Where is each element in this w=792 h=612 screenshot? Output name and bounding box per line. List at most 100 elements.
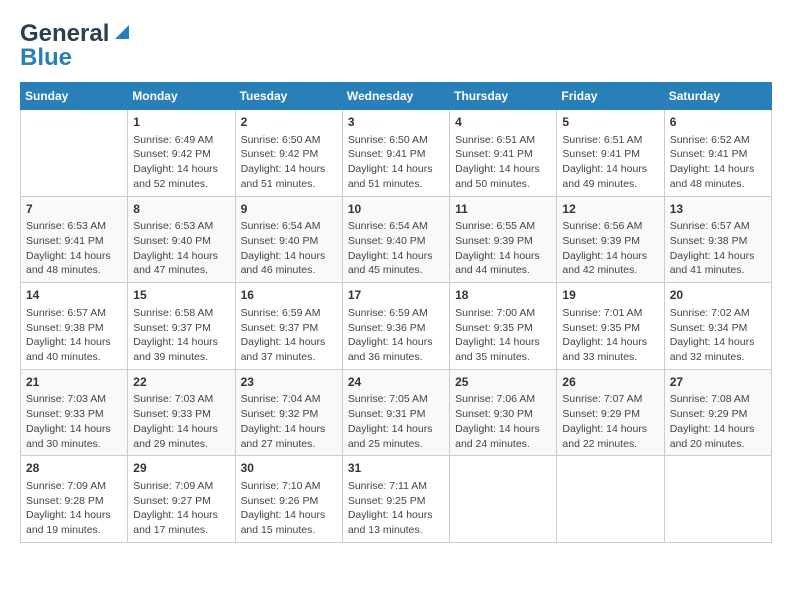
calendar-cell — [450, 456, 557, 543]
calendar-cell: 23Sunrise: 7:04 AM Sunset: 9:32 PM Dayli… — [235, 369, 342, 456]
calendar-cell: 3 Sunrise: 6:50 AM Sunset: 9:41 PM Daylig… — [342, 110, 449, 197]
header-sunday: Sunday — [21, 83, 128, 110]
calendar-week-row: 28Sunrise: 7:09 AM Sunset: 9:28 PM Dayli… — [21, 456, 772, 543]
cell-content: Sunrise: 6:50 AM Sunset: 9:42 PM Dayligh… — [241, 133, 337, 192]
cell-content: Sunrise: 6:49 AM Sunset: 9:42 PM Dayligh… — [133, 133, 229, 192]
cell-content: Sunrise: 7:09 AM Sunset: 9:27 PM Dayligh… — [133, 479, 229, 538]
header-friday: Friday — [557, 83, 664, 110]
cell-content: Sunrise: 6:54 AM Sunset: 9:40 PM Dayligh… — [348, 219, 444, 278]
calendar-cell: 31 Sunrise: 7:11 AM Sunset: 9:25 PM Dayli… — [342, 456, 449, 543]
cell-content: Sunrise: 6:50 AM Sunset: 9:41 PM Dayligh… — [348, 133, 444, 192]
cell-content: Sunrise: 6:53 AM Sunset: 9:40 PM Dayligh… — [133, 219, 229, 278]
cell-content: Sunrise: 6:54 AM Sunset: 9:40 PM Dayligh… — [241, 219, 337, 278]
cell-content: Sunrise: 6:57 AM Sunset: 9:38 PM Dayligh… — [670, 219, 766, 278]
cell-content: Sunrise: 7:06 AM Sunset: 9:30 PM Dayligh… — [455, 392, 551, 451]
day-number: 27 — [670, 374, 766, 391]
header-tuesday: Tuesday — [235, 83, 342, 110]
day-number: 7 — [26, 201, 122, 218]
cell-content: Sunrise: 6:52 AM Sunset: 9:41 PM Dayligh… — [670, 133, 766, 192]
day-number: 1 — [133, 114, 229, 131]
calendar-cell: 21Sunrise: 7:03 AM Sunset: 9:33 PM Dayli… — [21, 369, 128, 456]
calendar-cell: 6 Sunrise: 6:52 AM Sunset: 9:41 PM Daylig… — [664, 110, 771, 197]
header: General Blue — [20, 20, 772, 72]
calendar-cell: 28Sunrise: 7:09 AM Sunset: 9:28 PM Dayli… — [21, 456, 128, 543]
calendar-cell: 30 Sunrise: 7:10 AM Sunset: 9:26 PM Dayli… — [235, 456, 342, 543]
day-number: 4 — [455, 114, 551, 131]
cell-content: Sunrise: 6:51 AM Sunset: 9:41 PM Dayligh… — [455, 133, 551, 192]
day-number: 6 — [670, 114, 766, 131]
day-number: 8 — [133, 201, 229, 218]
cell-content: Sunrise: 7:02 AM Sunset: 9:34 PM Dayligh… — [670, 306, 766, 365]
calendar-cell: 20 Sunrise: 7:02 AM Sunset: 9:34 PM Dayli… — [664, 283, 771, 370]
day-number: 23 — [241, 374, 337, 391]
day-number: 30 — [241, 460, 337, 477]
calendar-week-row: 7Sunrise: 6:53 AM Sunset: 9:41 PM Daylig… — [21, 196, 772, 283]
day-number: 22 — [133, 374, 229, 391]
calendar-cell: 25Sunrise: 7:06 AM Sunset: 9:30 PM Dayli… — [450, 369, 557, 456]
cell-content: Sunrise: 7:07 AM Sunset: 9:29 PM Dayligh… — [562, 392, 658, 451]
day-number: 3 — [348, 114, 444, 131]
calendar-cell: 13Sunrise: 6:57 AM Sunset: 9:38 PM Dayli… — [664, 196, 771, 283]
cell-content: Sunrise: 7:01 AM Sunset: 9:35 PM Dayligh… — [562, 306, 658, 365]
header-saturday: Saturday — [664, 83, 771, 110]
day-number: 21 — [26, 374, 122, 391]
day-number: 10 — [348, 201, 444, 218]
day-number: 29 — [133, 460, 229, 477]
day-number: 31 — [348, 460, 444, 477]
calendar-cell: 26Sunrise: 7:07 AM Sunset: 9:29 PM Dayli… — [557, 369, 664, 456]
calendar-cell: 17Sunrise: 6:59 AM Sunset: 9:36 PM Dayli… — [342, 283, 449, 370]
day-number: 26 — [562, 374, 658, 391]
calendar-cell: 2 Sunrise: 6:50 AM Sunset: 9:42 PM Daylig… — [235, 110, 342, 197]
calendar-cell — [21, 110, 128, 197]
calendar-cell: 11Sunrise: 6:55 AM Sunset: 9:39 PM Dayli… — [450, 196, 557, 283]
header-thursday: Thursday — [450, 83, 557, 110]
calendar-cell: 22Sunrise: 7:03 AM Sunset: 9:33 PM Dayli… — [128, 369, 235, 456]
calendar-cell: 1 Sunrise: 6:49 AM Sunset: 9:42 PM Daylig… — [128, 110, 235, 197]
logo-blue: Blue — [20, 44, 72, 72]
day-number: 16 — [241, 287, 337, 304]
day-number: 2 — [241, 114, 337, 131]
cell-content: Sunrise: 6:55 AM Sunset: 9:39 PM Dayligh… — [455, 219, 551, 278]
logo: General Blue — [20, 20, 133, 72]
calendar-cell: 19 Sunrise: 7:01 AM Sunset: 9:35 PM Dayli… — [557, 283, 664, 370]
day-number: 25 — [455, 374, 551, 391]
calendar-cell: 9Sunrise: 6:54 AM Sunset: 9:40 PM Daylig… — [235, 196, 342, 283]
cell-content: Sunrise: 6:53 AM Sunset: 9:41 PM Dayligh… — [26, 219, 122, 278]
day-number: 24 — [348, 374, 444, 391]
day-number: 18 — [455, 287, 551, 304]
header-monday: Monday — [128, 83, 235, 110]
calendar-week-row: 14Sunrise: 6:57 AM Sunset: 9:38 PM Dayli… — [21, 283, 772, 370]
cell-content: Sunrise: 6:59 AM Sunset: 9:37 PM Dayligh… — [241, 306, 337, 365]
day-number: 19 — [562, 287, 658, 304]
cell-content: Sunrise: 7:09 AM Sunset: 9:28 PM Dayligh… — [26, 479, 122, 538]
calendar-cell: 24Sunrise: 7:05 AM Sunset: 9:31 PM Dayli… — [342, 369, 449, 456]
calendar-cell: 7Sunrise: 6:53 AM Sunset: 9:41 PM Daylig… — [21, 196, 128, 283]
logo-icon — [111, 21, 133, 43]
day-number: 13 — [670, 201, 766, 218]
calendar-table: SundayMondayTuesdayWednesdayThursdayFrid… — [20, 82, 772, 543]
day-number: 9 — [241, 201, 337, 218]
calendar-cell: 12Sunrise: 6:56 AM Sunset: 9:39 PM Dayli… — [557, 196, 664, 283]
calendar-cell: 10Sunrise: 6:54 AM Sunset: 9:40 PM Dayli… — [342, 196, 449, 283]
header-wednesday: Wednesday — [342, 83, 449, 110]
cell-content: Sunrise: 7:04 AM Sunset: 9:32 PM Dayligh… — [241, 392, 337, 451]
calendar-week-row: 1 Sunrise: 6:49 AM Sunset: 9:42 PM Daylig… — [21, 110, 772, 197]
cell-content: Sunrise: 7:03 AM Sunset: 9:33 PM Dayligh… — [26, 392, 122, 451]
cell-content: Sunrise: 6:56 AM Sunset: 9:39 PM Dayligh… — [562, 219, 658, 278]
calendar-cell: 14Sunrise: 6:57 AM Sunset: 9:38 PM Dayli… — [21, 283, 128, 370]
cell-content: Sunrise: 7:11 AM Sunset: 9:25 PM Dayligh… — [348, 479, 444, 538]
calendar-cell: 16 Sunrise: 6:59 AM Sunset: 9:37 PM Dayli… — [235, 283, 342, 370]
day-number: 12 — [562, 201, 658, 218]
calendar-cell: 27Sunrise: 7:08 AM Sunset: 9:29 PM Dayli… — [664, 369, 771, 456]
cell-content: Sunrise: 7:10 AM Sunset: 9:26 PM Dayligh… — [241, 479, 337, 538]
calendar-cell: 5Sunrise: 6:51 AM Sunset: 9:41 PM Daylig… — [557, 110, 664, 197]
day-number: 20 — [670, 287, 766, 304]
calendar-cell: 4 Sunrise: 6:51 AM Sunset: 9:41 PM Daylig… — [450, 110, 557, 197]
cell-content: Sunrise: 6:51 AM Sunset: 9:41 PM Dayligh… — [562, 133, 658, 192]
day-number: 15 — [133, 287, 229, 304]
day-number: 17 — [348, 287, 444, 304]
calendar-cell — [664, 456, 771, 543]
calendar-cell: 8Sunrise: 6:53 AM Sunset: 9:40 PM Daylig… — [128, 196, 235, 283]
calendar-week-row: 21Sunrise: 7:03 AM Sunset: 9:33 PM Dayli… — [21, 369, 772, 456]
calendar-cell: 18Sunrise: 7:00 AM Sunset: 9:35 PM Dayli… — [450, 283, 557, 370]
